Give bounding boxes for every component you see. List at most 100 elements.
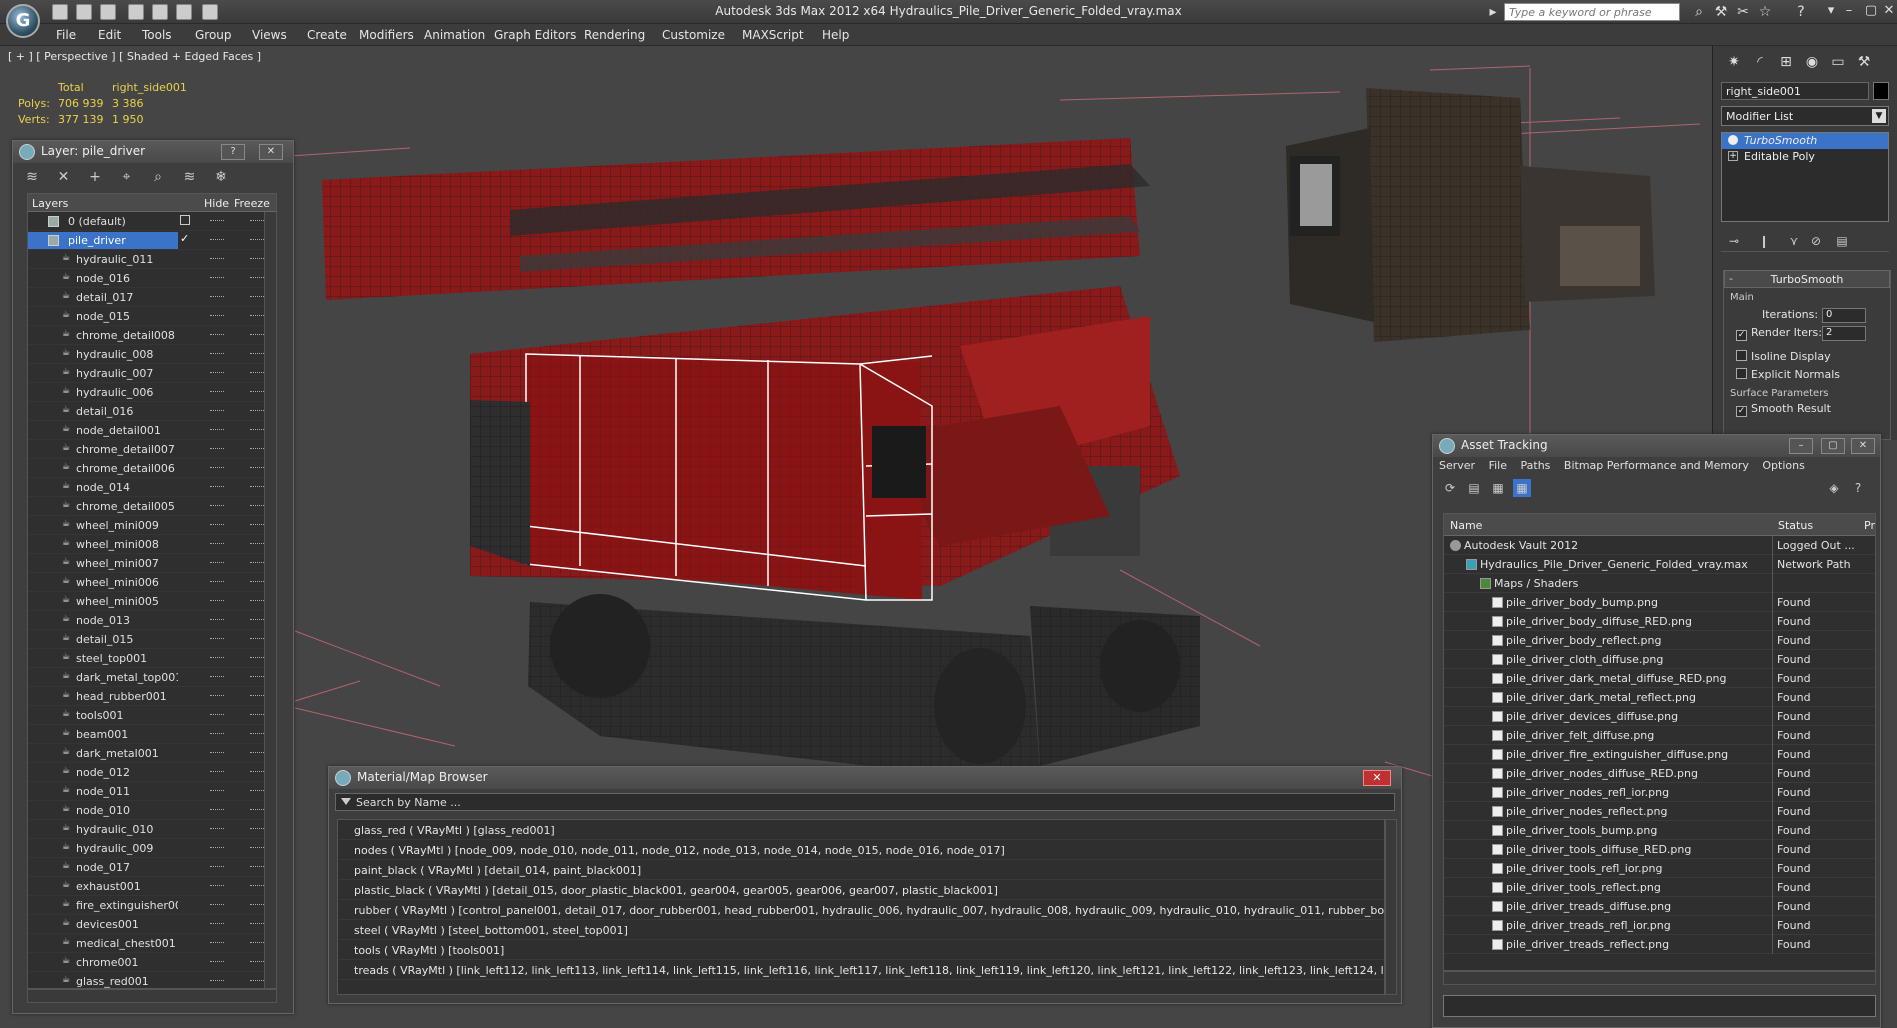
asset-row[interactable]: pile_driver_body_reflect.png Found — [1444, 631, 1875, 650]
asset-row[interactable]: Maps / Shaders — [1444, 574, 1875, 593]
freeze-toggle[interactable] — [250, 809, 264, 811]
expand-icon[interactable]: + — [1728, 151, 1738, 161]
object-color-swatch[interactable] — [1873, 82, 1889, 100]
layer-row[interactable]: hydraulic_006 ☕ — [28, 383, 276, 402]
asset-maximize-button[interactable]: ▢ — [1821, 438, 1845, 454]
hide-toggle[interactable] — [210, 790, 224, 792]
utilities-tab-icon[interactable]: ⚒ — [1853, 51, 1875, 73]
freeze-toggle[interactable] — [250, 695, 264, 697]
app-logo-icon[interactable]: G — [6, 4, 40, 38]
object-name-field[interactable]: right_side001 — [1721, 82, 1869, 100]
active-layer-check-icon[interactable]: ✓ — [180, 233, 190, 244]
col-name[interactable]: Name — [1450, 519, 1482, 532]
material-search-input[interactable]: Search by Name ... — [335, 793, 1395, 811]
hide-toggle[interactable] — [210, 866, 224, 868]
hide-toggle[interactable] — [210, 923, 224, 925]
asset-row[interactable]: Hydraulics_Pile_Driver_Generic_Folded_vr… — [1444, 555, 1875, 574]
create-layer-icon[interactable]: ≋ — [21, 167, 43, 187]
freeze-toggle[interactable] — [250, 600, 264, 602]
freeze-toggle[interactable] — [250, 961, 264, 963]
hide-toggle[interactable] — [210, 239, 224, 241]
layer-row[interactable]: medical_chest001 ☕ — [28, 934, 276, 953]
asset-row[interactable]: pile_driver_tools_reflect.png Found — [1444, 878, 1875, 897]
asset-row[interactable]: pile_driver_tools_diffuse_RED.png Found — [1444, 840, 1875, 859]
layer-row[interactable]: head_rubber001 ☕ — [28, 687, 276, 706]
layer-row[interactable]: node_011 ☕ — [28, 782, 276, 801]
freeze-toggle[interactable] — [250, 239, 264, 241]
freeze-toggle[interactable] — [250, 885, 264, 887]
list-view-icon[interactable]: ▤ — [1465, 479, 1483, 497]
hide-toggle[interactable] — [210, 961, 224, 963]
asset-row[interactable]: pile_driver_fire_extinguisher_diffuse.pn… — [1444, 745, 1875, 764]
hide-toggle[interactable] — [210, 771, 224, 773]
material-panel-title-bar[interactable]: Material/Map Browser ✕ — [329, 767, 1401, 789]
freeze-toggle[interactable] — [250, 448, 264, 450]
hide-toggle[interactable] — [210, 600, 224, 602]
material-row[interactable]: treads ( VRayMtl ) [link_left112, link_l… — [338, 960, 1384, 980]
add-to-layer-icon[interactable]: + — [84, 167, 106, 187]
layer-row[interactable]: 0 (default) — [28, 212, 276, 231]
menu-help[interactable]: Help — [822, 28, 849, 42]
hide-toggle[interactable] — [210, 334, 224, 336]
asset-row[interactable]: pile_driver_treads_diffuse.png Found — [1444, 897, 1875, 916]
material-row[interactable]: rubber ( VRayMtl ) [control_panel001, de… — [338, 900, 1384, 920]
material-row[interactable]: glass_red ( VRayMtl ) [glass_red001] — [338, 820, 1384, 840]
layer-row[interactable]: exhaust001 ☕ — [28, 877, 276, 896]
freeze-toggle[interactable] — [250, 752, 264, 754]
layer-row[interactable]: node_016 ☕ — [28, 269, 276, 288]
isoline-checkbox[interactable] — [1736, 350, 1747, 361]
binoculars-icon[interactable]: ⌕ — [1690, 3, 1708, 21]
layer-row[interactable]: dark_metal001 ☕ — [28, 744, 276, 763]
viewport-label[interactable]: [ + ] [ Perspective ] [ Shaded + Edged F… — [8, 50, 261, 63]
hierarchy-tab-icon[interactable]: ⊞ — [1775, 51, 1797, 73]
modifier-stack[interactable]: TurboSmooth + Editable Poly — [1721, 132, 1889, 222]
material-row[interactable]: paint_black ( VRayMtl ) [detail_014, pai… — [338, 860, 1384, 880]
layer-row[interactable]: chrome001 ☕ — [28, 953, 276, 972]
hide-toggle[interactable] — [210, 277, 224, 279]
asset-row[interactable]: Autodesk Vault 2012 Logged Out ... — [1444, 536, 1875, 555]
menu-tools[interactable]: Tools — [142, 28, 172, 42]
hide-toggle[interactable] — [210, 809, 224, 811]
layer-row[interactable]: glass_red001 ☕ — [28, 972, 276, 988]
asset-horizontal-scrollbar[interactable] — [1443, 971, 1876, 985]
subscription-icon[interactable]: ⚒ — [1712, 3, 1730, 21]
asset-row[interactable]: pile_driver_nodes_diffuse_RED.png Found — [1444, 764, 1875, 783]
hide-toggle[interactable] — [210, 220, 224, 222]
layer-row[interactable]: chrome_detail007 ☕ — [28, 440, 276, 459]
hide-toggle[interactable] — [210, 543, 224, 545]
layer-row[interactable]: steel_top001 ☕ — [28, 649, 276, 668]
freeze-toggle[interactable] — [250, 980, 264, 982]
freeze-toggle[interactable] — [250, 847, 264, 849]
layer-row[interactable]: beam001 ☕ — [28, 725, 276, 744]
menu-group[interactable]: Group — [195, 28, 232, 42]
hide-toggle[interactable] — [210, 657, 224, 659]
layer-row[interactable]: node_013 ☕ — [28, 611, 276, 630]
vault-status-icon[interactable]: ◈ — [1825, 479, 1843, 497]
hide-all-layers-icon[interactable]: ≋ — [179, 167, 201, 187]
freeze-toggle[interactable] — [250, 429, 264, 431]
layer-row[interactable]: chrome_detail006 ☕ — [28, 459, 276, 478]
hide-toggle[interactable] — [210, 505, 224, 507]
hide-toggle[interactable] — [210, 638, 224, 640]
layer-row[interactable]: pile_driver ✓ — [28, 231, 276, 250]
freeze-toggle[interactable] — [250, 315, 264, 317]
layer-row[interactable]: chrome_detail005 ☕ — [28, 497, 276, 516]
hide-toggle[interactable] — [210, 752, 224, 754]
asset-close-button[interactable]: ✕ — [1851, 438, 1875, 454]
create-tab-icon[interactable]: ✷ — [1723, 51, 1745, 73]
asset-row[interactable]: pile_driver_nodes_reflect.png Found — [1444, 802, 1875, 821]
chevron-down-icon[interactable]: ▼ — [1872, 109, 1886, 123]
menu-rendering[interactable]: Rendering — [584, 28, 645, 42]
layer-row[interactable]: detail_016 ☕ — [28, 402, 276, 421]
menu-graph-editors[interactable]: Graph Editors — [494, 28, 576, 42]
material-row[interactable]: nodes ( VRayMtl ) [node_009, node_010, n… — [338, 840, 1384, 860]
freeze-toggle[interactable] — [250, 334, 264, 336]
refresh-icon[interactable]: ⟳ — [1441, 479, 1459, 497]
pin-stack-icon[interactable]: ⊸ — [1725, 232, 1743, 250]
layer-row[interactable]: hydraulic_011 ☕ — [28, 250, 276, 269]
layer-row[interactable]: node_014 ☕ — [28, 478, 276, 497]
layers-horizontal-scrollbar[interactable] — [27, 989, 277, 1003]
motion-tab-icon[interactable]: ◉ — [1801, 51, 1823, 73]
freeze-toggle[interactable] — [250, 714, 264, 716]
asset-row[interactable]: pile_driver_dark_metal_diffuse_RED.png Fo… — [1444, 669, 1875, 688]
